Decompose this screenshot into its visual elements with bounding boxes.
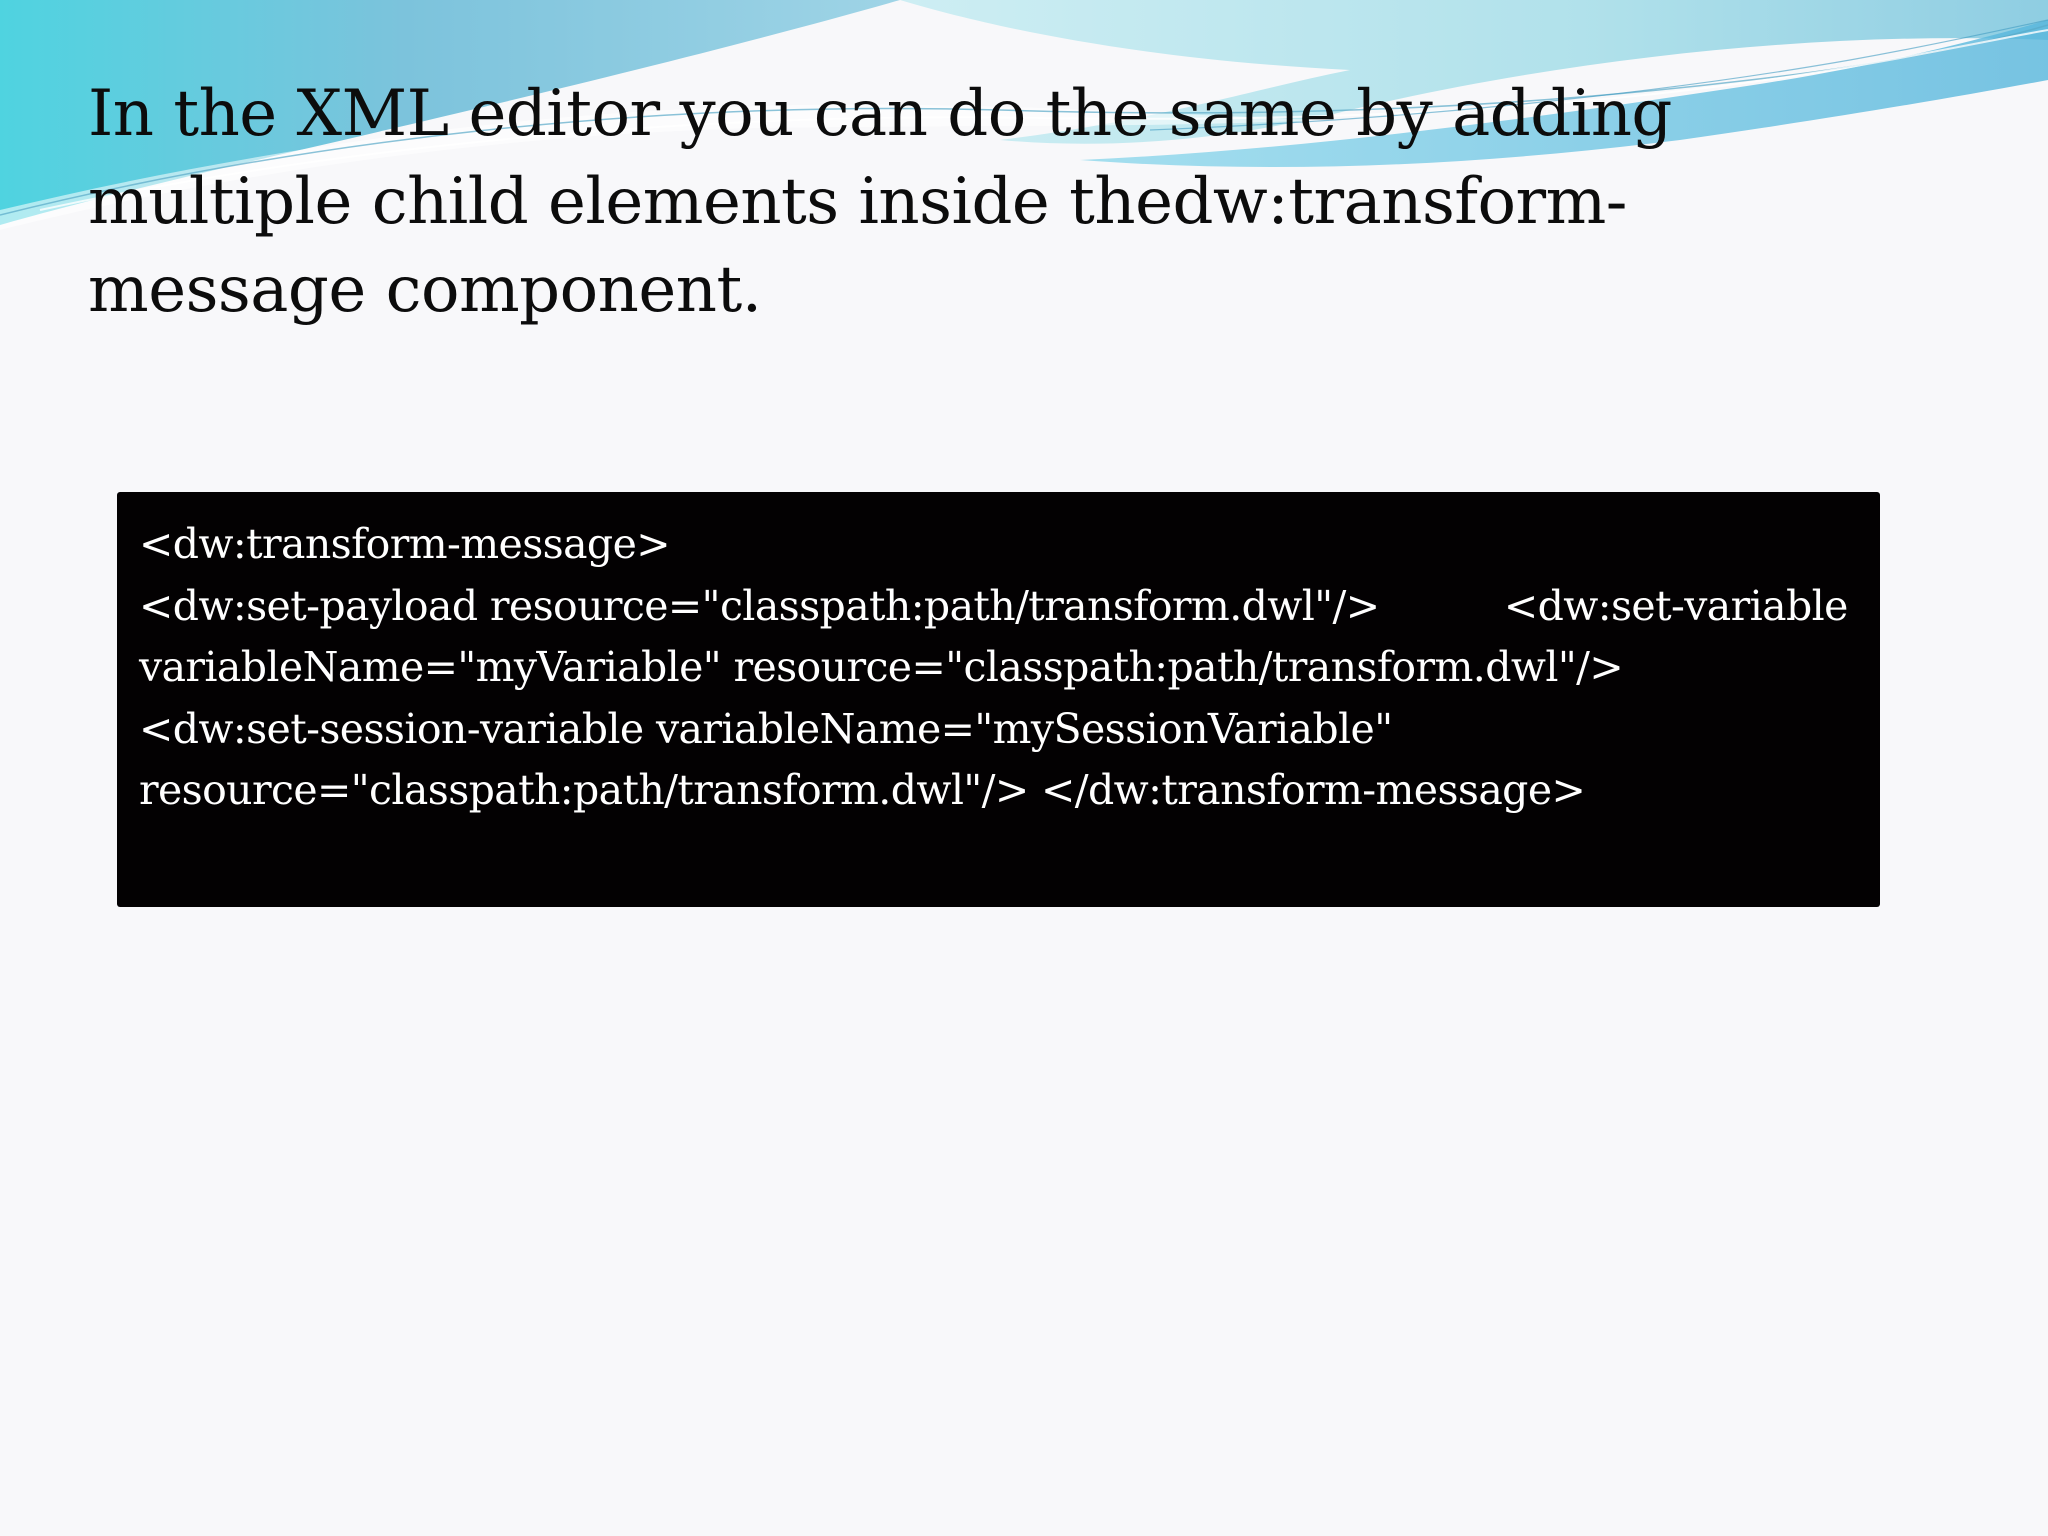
code-block: <dw:transform-message> <dw:set-payload r… — [117, 492, 1880, 907]
slide: In the XML editor you can do the same by… — [0, 0, 2048, 1536]
slide-title: In the XML editor you can do the same by… — [88, 77, 1672, 327]
code-text: <dw:transform-message> <dw:set-payload r… — [139, 520, 1848, 814]
